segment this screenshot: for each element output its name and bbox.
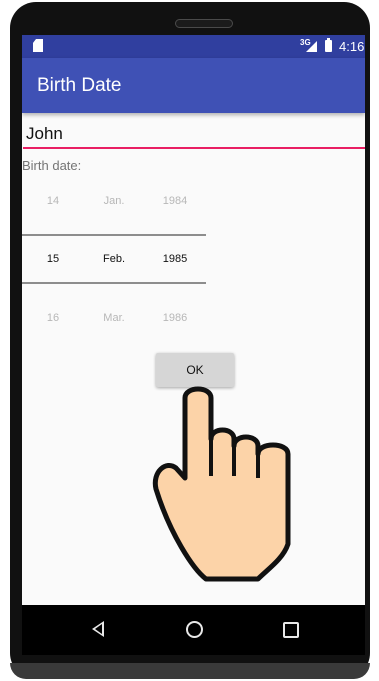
day-value: 14: [46, 195, 60, 207]
date-picker[interactable]: 14 Jan. 1984 15 Feb. 1985 16 Mar. 1986: [22, 185, 208, 335]
month-value: Mar.: [103, 312, 125, 324]
day-value: 15: [46, 253, 60, 265]
pointing-hand-icon: [152, 386, 291, 582]
picker-divider-top: [22, 234, 206, 236]
ok-button[interactable]: OK: [156, 353, 234, 387]
year-value: 1984: [162, 195, 188, 207]
home-icon[interactable]: [186, 621, 203, 638]
app-bar: Birth Date: [22, 58, 365, 113]
picker-row-selected[interactable]: 15 Feb. 1985: [22, 253, 208, 273]
picker-row-previous[interactable]: 14 Jan. 1984: [22, 195, 208, 215]
signal-icon: [306, 41, 317, 52]
recents-icon[interactable]: [283, 622, 299, 638]
app-title: Birth Date: [37, 75, 122, 96]
picker-divider-bottom: [22, 282, 206, 284]
clock: 4:16: [339, 39, 365, 54]
picker-row-next[interactable]: 16 Mar. 1986: [22, 312, 208, 332]
day-value: 16: [46, 312, 60, 324]
back-icon[interactable]: [92, 621, 104, 637]
year-value: 1985: [162, 253, 188, 265]
hand-shape: [152, 386, 291, 582]
month-value: Feb.: [102, 253, 125, 265]
year-value: 1986: [162, 312, 188, 324]
battery-icon: [325, 38, 332, 52]
name-field[interactable]: [23, 121, 365, 149]
speaker-grille: [175, 19, 233, 28]
birth-date-label: Birth date:: [22, 158, 82, 173]
navigation-bar: [22, 605, 365, 655]
sd-card-icon: [33, 39, 43, 52]
month-value: Jan.: [103, 195, 125, 207]
status-bar: 3G 4:16: [22, 35, 365, 58]
